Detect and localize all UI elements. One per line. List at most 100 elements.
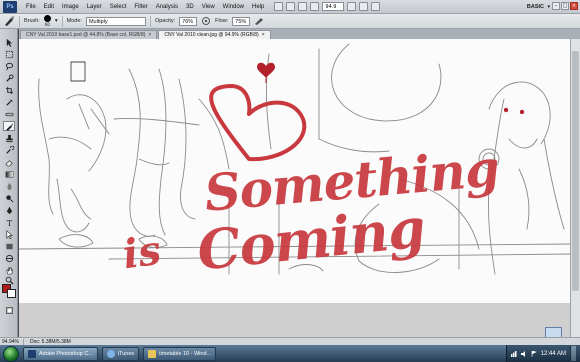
- hand-tool-button[interactable]: [298, 2, 308, 11]
- maximize-button[interactable]: □: [561, 2, 569, 10]
- bridge-button[interactable]: [274, 2, 284, 11]
- taskbar-item-timetable[interactable]: timetable 10 - Wind...: [143, 346, 217, 361]
- rotate-view-button[interactable]: [347, 2, 357, 11]
- path-selection-tool-icon[interactable]: [3, 229, 15, 239]
- menu-view[interactable]: View: [198, 0, 219, 14]
- zoom-level-field[interactable]: 94.9: [322, 2, 345, 11]
- crop-tool-icon[interactable]: [3, 85, 15, 95]
- menu-select[interactable]: Select: [106, 0, 131, 14]
- heart-ornament-icon: [257, 62, 275, 83]
- system-tray: 12:44 AM: [505, 345, 580, 362]
- canvas-area[interactable]: Something is Coming: [19, 39, 570, 339]
- document-size-info: Doc: 5.38M/5.38M: [30, 338, 71, 345]
- brush-label: Brush:: [24, 18, 40, 24]
- shape-tool-icon[interactable]: [3, 241, 15, 251]
- quick-mask-icon[interactable]: [3, 305, 15, 315]
- arrange-documents-button[interactable]: [359, 2, 369, 11]
- opacity-label: Opacity:: [154, 18, 176, 24]
- zoom-percentage[interactable]: 94.94%: [0, 338, 24, 345]
- 3d-rotate-tool-icon[interactable]: [3, 253, 15, 263]
- taskbar-item-label: Adobe Photoshop C...: [39, 350, 93, 357]
- document-tab-strip: CNY Val 2010 base1.psd @ 44.8% (Base col…: [19, 29, 580, 39]
- brush-tool-icon[interactable]: [3, 15, 15, 27]
- flag-icon[interactable]: [531, 350, 537, 357]
- vertical-scrollbar[interactable]: [570, 39, 580, 339]
- type-tool-icon[interactable]: T: [3, 217, 15, 227]
- options-bar: Brush: 60 ▾ Mode: Multiply Opacity: 76% …: [0, 14, 580, 29]
- brush-preset-picker[interactable]: 60: [43, 15, 51, 27]
- gradient-tool-icon[interactable]: [3, 169, 15, 179]
- divider: [19, 15, 20, 27]
- document-canvas[interactable]: Something is Coming: [19, 39, 570, 303]
- lasso-tool-icon[interactable]: [3, 61, 15, 71]
- menu-bar: File Edit Image Layer Select Filter Anal…: [22, 0, 268, 14]
- tab-close-icon[interactable]: ×: [148, 32, 151, 38]
- screen-mode-button[interactable]: [371, 2, 381, 11]
- eraser-tool-icon[interactable]: [3, 157, 15, 167]
- photoshop-logo-icon: Ps: [3, 0, 17, 13]
- blend-mode-select[interactable]: Multiply: [85, 16, 146, 26]
- tool-panel: T: [0, 29, 18, 337]
- pen-tool-icon[interactable]: [3, 205, 15, 215]
- blur-tool-icon[interactable]: [3, 181, 15, 191]
- minimize-button[interactable]: –: [552, 2, 560, 10]
- windows-taskbar: Adobe Photoshop C... iTunes timetable 10…: [0, 345, 580, 362]
- history-brush-tool-icon[interactable]: [3, 145, 15, 155]
- background-color-swatch[interactable]: [7, 289, 16, 298]
- brush-dropdown-arrow-icon[interactable]: ▾: [55, 18, 58, 24]
- taskbar-item-itunes[interactable]: iTunes: [101, 346, 140, 361]
- menu-filter[interactable]: Filter: [130, 0, 151, 14]
- marquee-tool-icon[interactable]: [3, 49, 15, 59]
- scrollbar-thumb[interactable]: [572, 51, 579, 291]
- move-tool-icon[interactable]: [3, 37, 15, 47]
- healing-brush-tool-icon[interactable]: [3, 109, 15, 119]
- flow-field[interactable]: 75%: [232, 16, 251, 26]
- network-icon[interactable]: [510, 350, 517, 357]
- eyedropper-tool-icon[interactable]: [3, 97, 15, 107]
- brush-tool-icon[interactable]: [3, 121, 15, 131]
- airbrush-icon[interactable]: [254, 16, 264, 26]
- photoshop-icon: [28, 349, 36, 358]
- start-button-icon[interactable]: [3, 345, 19, 362]
- brush-tip-icon: [43, 15, 51, 22]
- artwork-text-is: is: [119, 226, 164, 279]
- taskbar-item-photoshop[interactable]: Adobe Photoshop C...: [23, 346, 98, 361]
- menu-3d[interactable]: 3D: [182, 0, 198, 14]
- close-button[interactable]: ×: [570, 2, 578, 10]
- menu-layer[interactable]: Layer: [83, 0, 106, 14]
- folder-icon: [148, 349, 157, 358]
- app-tools: 94.9: [274, 2, 381, 11]
- hand-tool-icon[interactable]: [3, 265, 15, 275]
- zoom-tool-button[interactable]: [310, 2, 320, 11]
- volume-icon[interactable]: [520, 350, 527, 357]
- menu-analysis[interactable]: Analysis: [152, 0, 182, 14]
- window-controls: – □ ×: [552, 2, 578, 10]
- clone-stamp-tool-icon[interactable]: [3, 133, 15, 143]
- show-desktop-button[interactable]: [570, 346, 576, 361]
- workspace-switcher[interactable]: BASIC: [527, 2, 544, 12]
- tab-label: CNY Val 2010 base1.psd @ 44.8% (Base col…: [26, 32, 146, 38]
- tab-label: CNY Val 2010 clean.jpg @ 94.9% (RGB/8): [164, 32, 259, 38]
- canvas-pasteboard: [19, 303, 570, 339]
- quick-selection-tool-icon[interactable]: [3, 73, 15, 83]
- menu-image[interactable]: Image: [58, 0, 83, 14]
- dodge-tool-icon[interactable]: [3, 193, 15, 203]
- app-bar: Ps File Edit Image Layer Select Filter A…: [0, 0, 580, 14]
- tablet-pressure-opacity-icon[interactable]: [201, 16, 211, 26]
- tab-close-icon[interactable]: ×: [262, 32, 265, 38]
- opacity-field[interactable]: 76%: [179, 16, 198, 26]
- tab-base-psd[interactable]: CNY Val 2010 base1.psd @ 44.8% (Base col…: [20, 30, 158, 39]
- tab-clean-jpg[interactable]: CNY Val 2010 clean.jpg @ 94.9% (RGB/8) ×: [158, 30, 271, 39]
- taskbar-item-label: timetable 10 - Wind...: [159, 350, 212, 357]
- taskbar-clock[interactable]: 12:44 AM: [541, 351, 566, 357]
- workspace-arrow-icon[interactable]: ▾: [547, 2, 550, 12]
- menu-file[interactable]: File: [22, 0, 40, 14]
- view-extras-button[interactable]: [286, 2, 296, 11]
- menu-window[interactable]: Window: [219, 0, 248, 14]
- menu-edit[interactable]: Edit: [40, 0, 58, 14]
- status-bar: 94.94% Doc: 5.38M/5.38M: [0, 337, 580, 345]
- flow-label: Flow:: [215, 18, 229, 24]
- svg-text:T: T: [6, 218, 12, 227]
- menu-help[interactable]: Help: [248, 0, 268, 14]
- divider: [149, 15, 151, 27]
